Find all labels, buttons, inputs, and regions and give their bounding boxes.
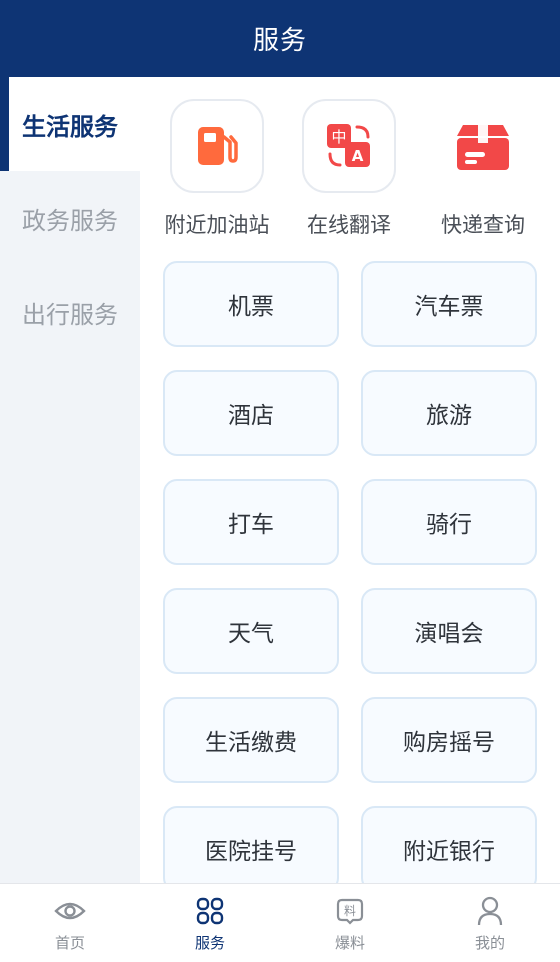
quick-service-gas-station[interactable]: 附近加油站 xyxy=(152,99,282,249)
sidebar-item-government-services[interactable]: 政务服务 xyxy=(0,171,140,265)
tab-label: 爆料 xyxy=(334,935,365,952)
translate-icon: 中 A xyxy=(302,99,396,193)
person-icon xyxy=(474,895,506,927)
service-tile-label: 机票 xyxy=(228,293,274,319)
services-panel: 附近加油站 中 A 在线翻译 快递查询 机票 汽车票 酒店 旅游 打车 骑行 天… xyxy=(140,77,560,883)
tab-services[interactable]: 服务 xyxy=(140,884,280,962)
sidebar-item-life-services[interactable]: 生活服务 xyxy=(0,77,140,171)
svg-text:A: A xyxy=(352,147,364,165)
category-sidebar: 生活服务 政务服务 出行服务 xyxy=(0,77,140,883)
tab-label: 服务 xyxy=(194,935,225,952)
tip-off-icon: 料 xyxy=(334,895,366,927)
service-tile-label: 酒店 xyxy=(228,402,274,428)
gas-station-icon xyxy=(170,99,264,193)
svg-text:中: 中 xyxy=(331,128,346,146)
quick-service-translate[interactable]: 中 A 在线翻译 xyxy=(284,99,414,249)
tab-tip-off[interactable]: 料 爆料 xyxy=(280,884,420,962)
service-tile-label: 天气 xyxy=(228,620,274,646)
service-tile-weather[interactable]: 天气 xyxy=(163,588,339,674)
service-tile-label: 医院挂号 xyxy=(205,838,297,864)
service-tile-hospital-registration[interactable]: 医院挂号 xyxy=(163,806,339,883)
grid-icon xyxy=(194,895,226,927)
service-tile-label: 骑行 xyxy=(426,511,472,537)
tab-label: 我的 xyxy=(474,935,505,952)
sidebar-item-label: 生活服务 xyxy=(22,113,118,141)
service-tile-taxi[interactable]: 打车 xyxy=(163,479,339,565)
service-tile-label: 生活缴费 xyxy=(205,729,297,755)
service-tile-concerts[interactable]: 演唱会 xyxy=(361,588,537,674)
sidebar-item-label: 政务服务 xyxy=(22,207,118,235)
tab-profile[interactable]: 我的 xyxy=(420,884,560,962)
eye-icon xyxy=(54,895,86,927)
service-tile-nearby-banks[interactable]: 附近银行 xyxy=(361,806,537,883)
service-tile-label: 打车 xyxy=(228,511,274,537)
quick-service-package-tracking[interactable]: 快递查询 xyxy=(418,99,548,249)
tab-home[interactable]: 首页 xyxy=(0,884,140,962)
service-tile-label: 购房摇号 xyxy=(403,729,495,755)
sidebar-item-travel-services[interactable]: 出行服务 xyxy=(0,265,140,359)
service-tile-housing-lottery[interactable]: 购房摇号 xyxy=(361,697,537,783)
tab-label: 首页 xyxy=(54,935,85,952)
service-tile-flights[interactable]: 机票 xyxy=(163,261,339,347)
service-tile-cycling[interactable]: 骑行 xyxy=(361,479,537,565)
package-icon xyxy=(436,99,530,193)
service-tile-label: 演唱会 xyxy=(414,620,484,646)
top-bar: 服务 xyxy=(0,0,560,77)
bottom-tab-bar: 首页 服务 料 爆料 我的 xyxy=(0,883,560,962)
service-tile-utility-payments[interactable]: 生活缴费 xyxy=(163,697,339,783)
service-tile-bus-tickets[interactable]: 汽车票 xyxy=(361,261,537,347)
service-tile-label: 附近银行 xyxy=(403,838,495,864)
service-tile-label: 旅游 xyxy=(426,402,472,428)
sidebar-item-label: 出行服务 xyxy=(22,301,118,329)
svg-text:料: 料 xyxy=(344,904,356,918)
quick-service-label: 快递查询 xyxy=(441,214,525,237)
quick-service-label: 附近加油站 xyxy=(164,214,270,237)
page-title: 服务 xyxy=(252,25,307,55)
quick-service-label: 在线翻译 xyxy=(307,214,391,237)
service-tile-label: 汽车票 xyxy=(414,293,484,319)
service-tile-hotels[interactable]: 酒店 xyxy=(163,370,339,456)
service-tile-tourism[interactable]: 旅游 xyxy=(361,370,537,456)
